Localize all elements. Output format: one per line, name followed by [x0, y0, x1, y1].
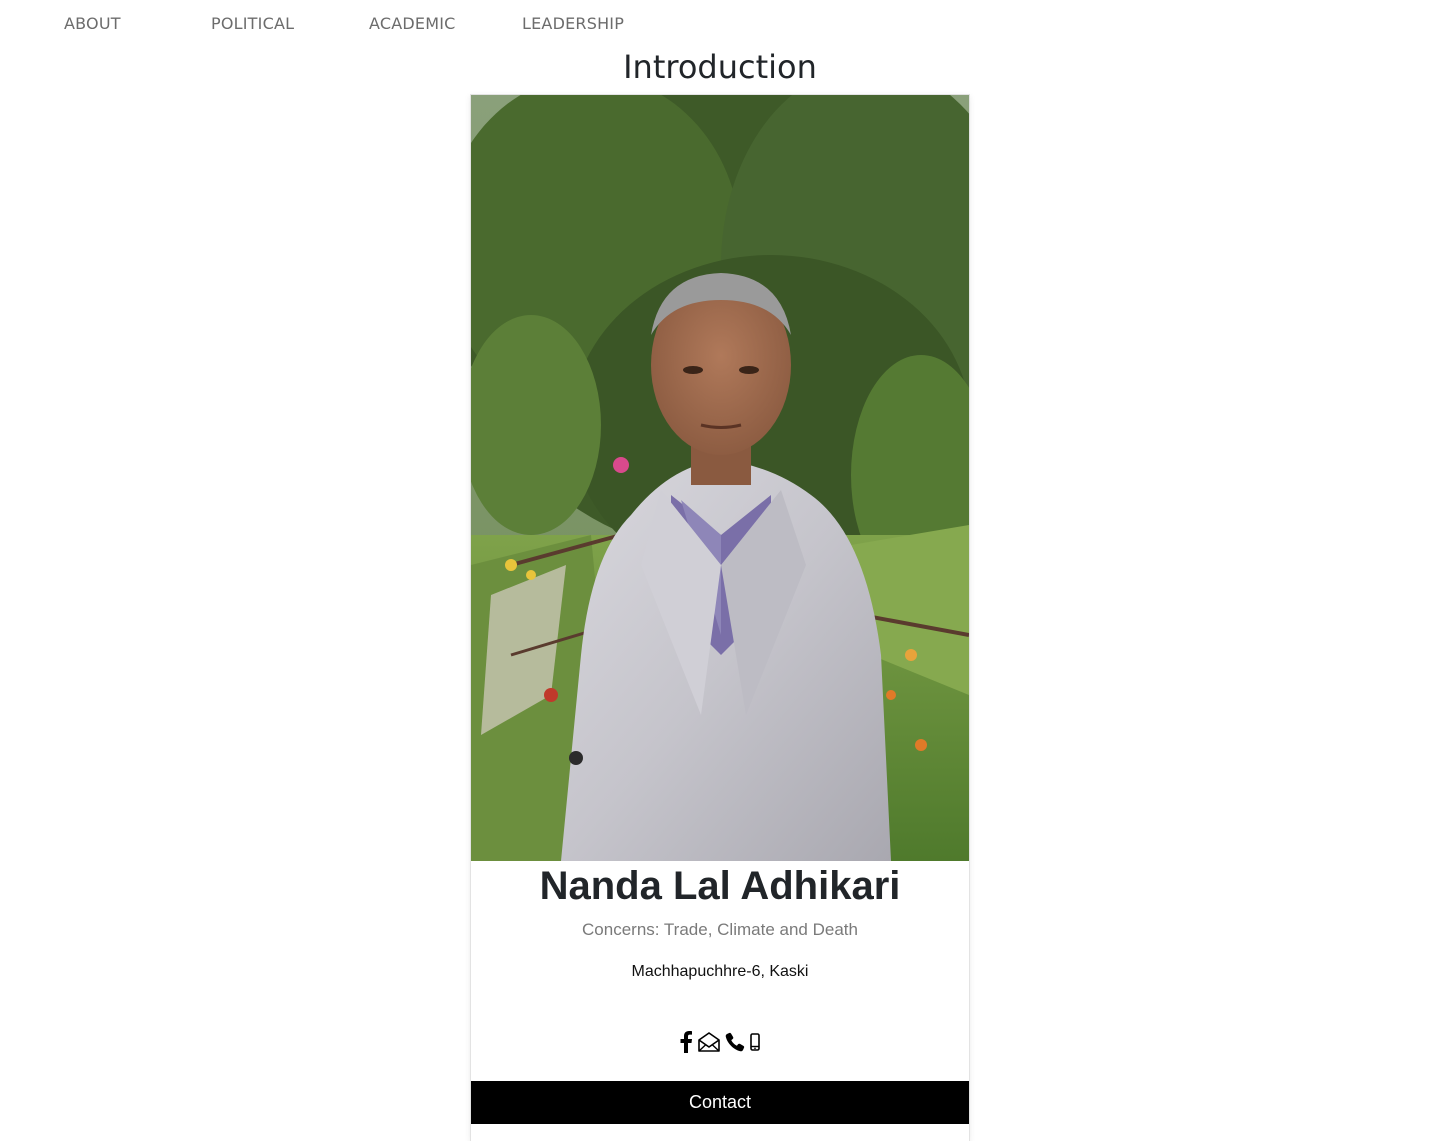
- contact-button[interactable]: Contact: [471, 1081, 969, 1124]
- envelope-icon[interactable]: [697, 1031, 721, 1053]
- nav-link-political[interactable]: POLITICAL: [211, 14, 294, 33]
- top-nav: ABOUT POLITICAL ACADEMIC LEADERSHIP: [0, 0, 1440, 46]
- profile-address: Machhapuchhre-6, Kaski: [631, 963, 809, 980]
- nav-link-academic[interactable]: ACADEMIC: [369, 14, 456, 33]
- mobile-icon[interactable]: [749, 1033, 761, 1051]
- profile-photo: [471, 95, 969, 861]
- profile-card: Nanda Lal Adhikari Concerns: Trade, Clim…: [470, 94, 970, 1141]
- profile-name: Nanda Lal Adhikari: [539, 864, 901, 908]
- profile-concerns: Concerns: Trade, Climate and Death: [582, 920, 858, 939]
- phone-icon[interactable]: [725, 1032, 745, 1052]
- profile-photo-illustration: [471, 95, 969, 861]
- social-links: [471, 1029, 969, 1055]
- page-title: Introduction: [623, 48, 817, 86]
- nav-link-leadership[interactable]: LEADERSHIP: [522, 14, 624, 33]
- nav-link-about[interactable]: ABOUT: [64, 14, 121, 33]
- facebook-icon[interactable]: [679, 1031, 693, 1053]
